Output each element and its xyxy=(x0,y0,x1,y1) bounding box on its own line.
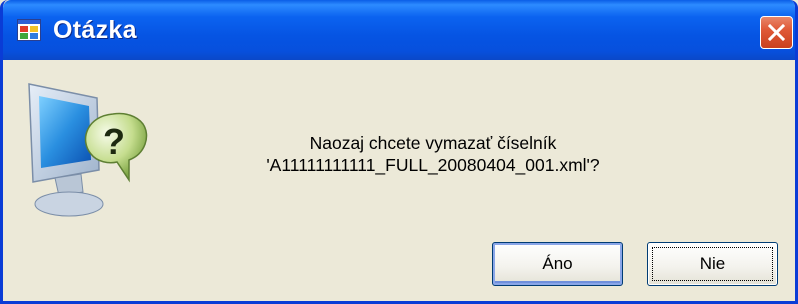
window-app-icon[interactable] xyxy=(17,19,41,41)
no-button[interactable]: Nie xyxy=(647,242,778,286)
message-line-2: 'A11111111111_FULL_20080404_001.xml'? xyxy=(266,155,600,175)
title-bar[interactable]: Otázka xyxy=(3,0,795,60)
dialog-window: Otázka ? Naozaj chcete vymazať číselník … xyxy=(0,0,798,304)
yes-button-label: Áno xyxy=(542,254,573,273)
close-button[interactable] xyxy=(760,16,793,49)
yes-button[interactable]: Áno xyxy=(492,242,623,286)
message-text: Naozaj chcete vymazať číselník 'A1111111… xyxy=(173,132,693,176)
dialog-body: ? Naozaj chcete vymazať číselník 'A11111… xyxy=(3,60,795,301)
no-button-label: Nie xyxy=(699,254,726,273)
svg-text:?: ? xyxy=(103,121,125,162)
monitor-question-icon: ? xyxy=(25,74,165,224)
close-icon xyxy=(768,24,785,41)
message-line-1: Naozaj chcete vymazať číselník xyxy=(309,133,557,153)
dialog-title: Otázka xyxy=(53,16,137,44)
